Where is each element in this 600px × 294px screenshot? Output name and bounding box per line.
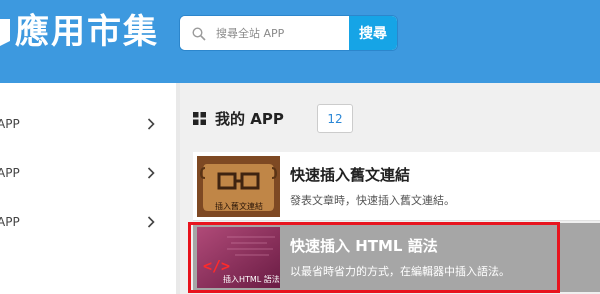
brand-logo-icon	[0, 19, 10, 46]
grid-icon	[193, 111, 206, 125]
thumbnail-caption: 插入HTML 語法	[223, 275, 280, 284]
main-content: 我的 APP 12 插入舊文連結 快速插入舊文連結 發表文章時，快速插入舊文連結…	[180, 83, 600, 294]
section-header: 我的 APP	[193, 103, 284, 133]
page-title: 應用市集	[15, 12, 159, 52]
sidebar-item-label: APP	[0, 117, 20, 131]
app-name[interactable]: 快速插入 HTML 語法	[290, 235, 438, 256]
top-header: 應用市集 搜尋	[0, 0, 600, 83]
section-title: 我的 APP	[215, 109, 284, 128]
sidebar-item-label: APP	[0, 215, 20, 229]
app-description: 以最省時省力的方式，在編輯器中插入語法。	[290, 265, 510, 278]
app-name[interactable]: 快速插入舊文連結	[290, 164, 410, 185]
thumbnail-caption: 插入舊文連結	[215, 202, 263, 211]
sidebar: APP APP APP	[0, 83, 176, 294]
sidebar-item-1[interactable]: APP	[0, 100, 176, 148]
app-list-item-selected[interactable]: </> 插入HTML 語法 快速插入 HTML 語法 以最省時省力的方式，在編輯…	[193, 223, 600, 292]
app-thumbnail: 插入舊文連結	[197, 156, 280, 217]
search-input[interactable]	[216, 16, 346, 50]
chevron-right-icon	[147, 167, 155, 179]
app-list-item[interactable]: 插入舊文連結 快速插入舊文連結 發表文章時，快速插入舊文連結。	[193, 152, 600, 221]
app-description: 發表文章時，快速插入舊文連結。	[290, 194, 455, 207]
sidebar-item-label: APP	[0, 166, 20, 180]
chevron-right-icon	[147, 118, 155, 130]
app-count-badge: 12	[317, 104, 353, 133]
search-field[interactable]	[180, 16, 349, 50]
chevron-right-icon	[147, 216, 155, 228]
svg-text:</>: </>	[203, 257, 230, 275]
search-button[interactable]: 搜尋	[349, 16, 397, 50]
app-thumbnail: </> 插入HTML 語法	[197, 227, 280, 288]
sidebar-item-3[interactable]: APP	[0, 198, 176, 246]
search-bar: 搜尋	[179, 15, 398, 51]
sidebar-item-2[interactable]: APP	[0, 149, 176, 197]
search-icon	[192, 27, 206, 41]
